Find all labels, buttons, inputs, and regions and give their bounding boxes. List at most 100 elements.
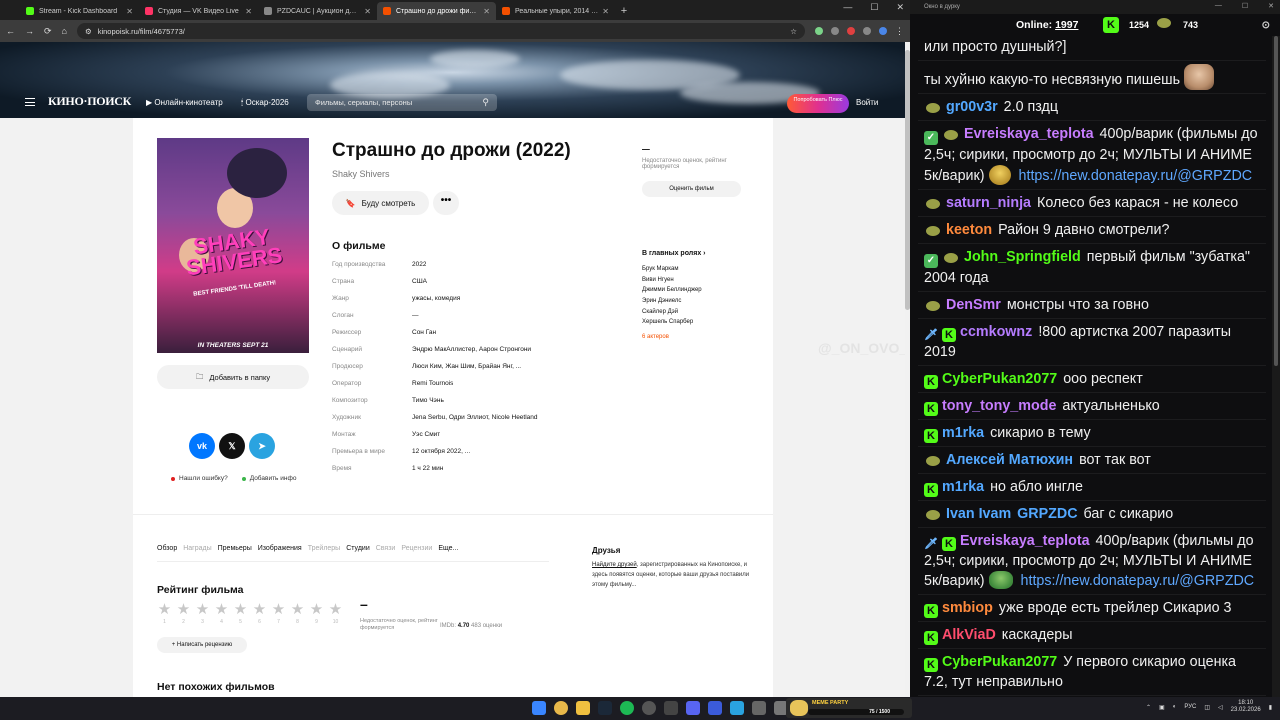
filter-icon[interactable]: ⚲ (482, 97, 489, 108)
tab-close-icon[interactable]: ✕ (602, 7, 609, 16)
chat-username[interactable]: CyberPukan2077 (942, 371, 1057, 387)
notifications-icon[interactable]: ▮ (1269, 704, 1272, 711)
telegram-share-icon[interactable]: ➤ (249, 433, 275, 459)
about-value[interactable]: Эндрю МакАллистер, Аарон Стронгони (412, 346, 531, 363)
main-roles-heading[interactable]: В главных ролях › (642, 250, 706, 257)
about-value[interactable]: — (412, 312, 419, 329)
reload-icon[interactable]: ⟳ (44, 26, 52, 37)
chrome-icon[interactable] (554, 701, 568, 715)
about-value[interactable]: 2022 (412, 261, 426, 278)
obs-icon[interactable] (642, 701, 656, 715)
extension-icon[interactable] (831, 27, 839, 35)
report-error-link[interactable]: Нашли ошибку? (171, 475, 228, 482)
more-options-button[interactable]: ••• (433, 191, 459, 215)
chat-username[interactable]: DenSmr (946, 297, 1001, 313)
chat-username[interactable]: gr00v3r (946, 99, 998, 115)
about-value[interactable]: 12 октября 2022, ... (412, 448, 470, 465)
chat-username[interactable]: saturn_ninja (946, 195, 1031, 211)
subnav-tab[interactable]: Награды (183, 545, 211, 552)
language-indicator[interactable]: РУС (1184, 704, 1196, 710)
chat-username[interactable]: keeton (946, 222, 992, 238)
role-actor[interactable]: Хершель Спарбер (642, 319, 702, 330)
chat-username[interactable]: m1rka (942, 425, 984, 441)
subnav-tab[interactable]: Трейлеры (308, 545, 340, 552)
settings-icon[interactable]: ⊙ (1262, 20, 1270, 31)
extension-icon[interactable] (863, 27, 871, 35)
chat-scrollbar[interactable] (1272, 36, 1280, 697)
tab-close-icon[interactable]: ✕ (483, 7, 490, 16)
role-actor[interactable]: Брук Маркам (642, 266, 702, 277)
about-value[interactable]: Уэс Смит (412, 431, 440, 448)
login-link[interactable]: Войти (856, 98, 878, 107)
about-value[interactable]: Remi Tournois (412, 380, 453, 397)
find-friends-link[interactable]: Найдите друзей (592, 562, 637, 568)
star-icon[interactable]: ★ 8 (290, 602, 305, 626)
chat-mention[interactable]: GRPZDC (1017, 506, 1077, 522)
role-actor[interactable]: Эрин Дэниелс (642, 298, 702, 309)
browser-tab[interactable]: Страшно до дрожи фильм, 20... ✕ (377, 2, 496, 20)
app-icon[interactable] (664, 701, 678, 715)
chevron-up-icon[interactable]: ⌃ (1146, 704, 1151, 711)
clock[interactable]: 18:10 23.02.2026 (1231, 700, 1261, 714)
chat-username[interactable]: tony_tony_mode (942, 398, 1056, 414)
telegram-icon[interactable] (730, 701, 744, 715)
chat-username[interactable]: Алексей Матюхин (946, 452, 1073, 468)
tab-close-icon[interactable]: ✕ (126, 7, 133, 16)
subnav-tab[interactable]: Связи (376, 545, 396, 552)
role-actor[interactable]: Скайлер Дэй (642, 309, 702, 320)
film-poster[interactable]: SHAKY SHIVERS BEST FRIENDS 'TILL DEATH! … (157, 138, 309, 353)
star-icon[interactable]: ★ 5 (233, 602, 248, 626)
browser-tab[interactable]: Stream - Kick Dashboard ✕ (20, 2, 139, 20)
chat-username[interactable]: AlkViaD (942, 627, 996, 643)
chat-username[interactable]: John_Springfield (964, 249, 1081, 265)
new-tab-button[interactable]: + (615, 2, 633, 20)
address-bar[interactable]: ⚙ kinopoisk.ru/film/4675773/ ☆ (76, 23, 805, 39)
nav-oscar[interactable]: 🕯 Оскар-2026 (241, 98, 289, 108)
about-value[interactable]: США (412, 278, 427, 295)
subnav-tab[interactable]: Обзор (157, 545, 177, 552)
site-info-icon[interactable]: ⚙ (85, 27, 92, 36)
explorer-icon[interactable] (576, 701, 590, 715)
meme-party-widget[interactable]: MEME PARTY 75 / 1500 (786, 698, 912, 718)
menu-icon[interactable] (25, 98, 35, 106)
spotify-icon[interactable] (620, 701, 634, 715)
extension-icon[interactable] (815, 27, 823, 35)
star-icon[interactable]: ★ 1 (157, 602, 172, 626)
star-icon[interactable]: ★ 10 (328, 602, 343, 626)
tray-icon[interactable]: ▣ (1159, 704, 1165, 711)
network-icon[interactable]: ◫ (1204, 704, 1210, 711)
x-share-icon[interactable]: 𝕏 (219, 433, 245, 459)
chat-username[interactable]: smbiop (942, 600, 993, 616)
about-value[interactable]: Тимо Чэнь (412, 397, 444, 414)
volume-icon[interactable]: ◁ (1218, 704, 1223, 711)
try-plus-button[interactable]: Попробовать Плюс (787, 94, 849, 113)
subnav-tab[interactable]: Изображения (258, 545, 302, 552)
add-to-folder-button[interactable]: 🗀 Добавить в папку (157, 365, 309, 389)
discord-icon[interactable] (686, 701, 700, 715)
role-actor[interactable]: Джимми Беллинджер (642, 287, 702, 298)
home-icon[interactable]: ⌂ (62, 26, 67, 36)
vk-share-icon[interactable]: vk (189, 433, 215, 459)
star-icon[interactable]: ★ 9 (309, 602, 324, 626)
about-value[interactable]: Сон Ган (412, 329, 436, 346)
subnav-tab[interactable]: Рецензии (401, 545, 432, 552)
rate-film-button[interactable]: Оценить фильм (642, 181, 741, 197)
maximize-icon[interactable]: ☐ (870, 2, 878, 13)
minimize-icon[interactable]: — (843, 2, 852, 13)
star-icon[interactable]: ★ 4 (214, 602, 229, 626)
app-icon[interactable] (752, 701, 766, 715)
browser-tab[interactable]: Реальные упыри, 2014 — смо... ✕ (496, 2, 615, 20)
search-input[interactable]: Фильмы, сериалы, персоны ⚲ (307, 94, 497, 111)
chat-username[interactable]: ccmkownz (960, 324, 1032, 340)
close-icon[interactable]: ✕ (1268, 2, 1274, 10)
tray-icon[interactable]: ◐ (1173, 704, 1177, 710)
add-info-link[interactable]: Добавить инфо (241, 475, 296, 482)
star-icon[interactable]: ★ 6 (252, 602, 267, 626)
chat-username[interactable]: Ivan Ivam (946, 506, 1011, 522)
profile-icon[interactable] (879, 27, 887, 35)
watch-later-button[interactable]: 🔖 Буду смотреть (332, 191, 429, 215)
app-icon[interactable] (708, 701, 722, 715)
subnav-tab[interactable]: Еще... (438, 545, 458, 552)
about-value[interactable]: Люси Ким, Жан Шим, Брайан Янг, ... (412, 363, 521, 380)
write-review-button[interactable]: + Написать рецензию (157, 637, 247, 653)
